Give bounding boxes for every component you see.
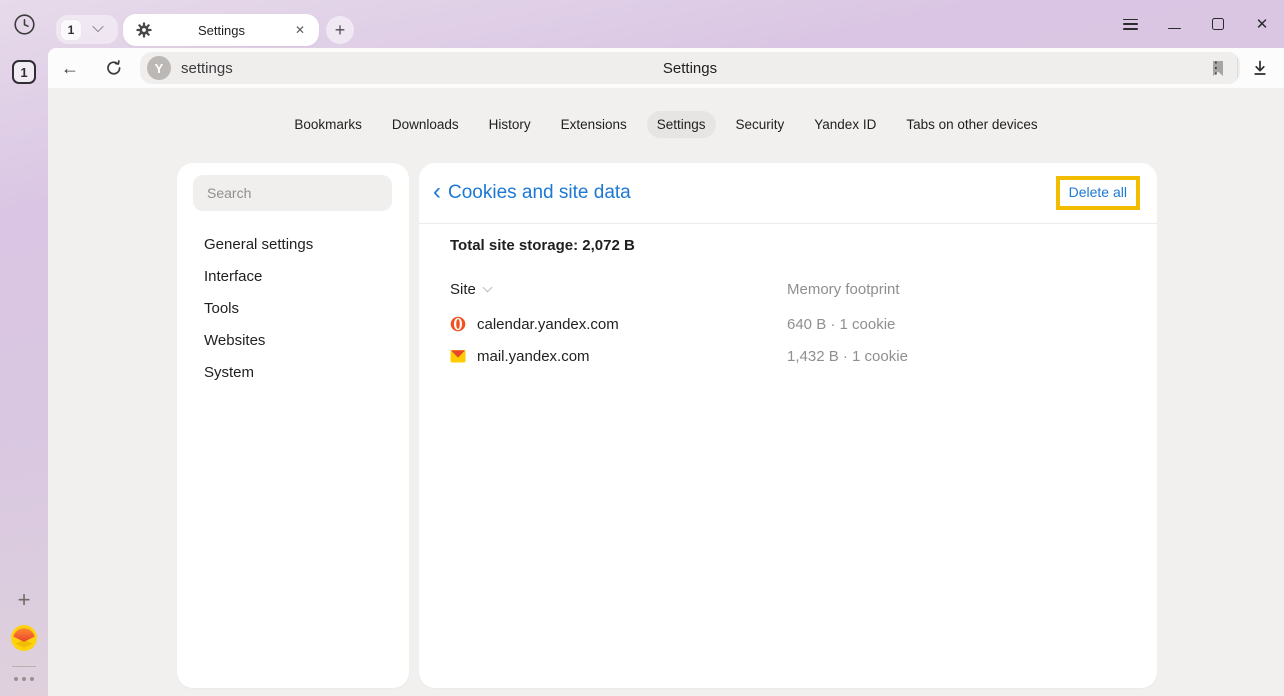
site-header-label: Site	[450, 281, 476, 298]
new-tab-button[interactable]: +	[326, 16, 354, 44]
delete-all-highlight: Delete all	[1056, 176, 1140, 210]
tab-close-icon[interactable]: ✕	[291, 21, 309, 39]
browser-tab-settings[interactable]: Settings ✕	[123, 14, 319, 46]
nav-tabs-other-devices[interactable]: Tabs on other devices	[896, 111, 1047, 138]
nav-downloads[interactable]: Downloads	[382, 111, 469, 138]
settings-section-list: General settings Interface Tools Website…	[177, 228, 409, 388]
window-controls: ✕	[1118, 11, 1274, 37]
page-title: Settings	[140, 60, 1240, 77]
tab-group-count-badge[interactable]: 1	[60, 19, 82, 41]
nav-bookmarks[interactable]: Bookmarks	[284, 111, 372, 138]
settings-page: Bookmarks Downloads History Extensions S…	[48, 88, 1284, 696]
gear-icon	[136, 22, 152, 38]
table-row: mail.yandex.com 1,432 B · 1 cookie	[450, 340, 1126, 372]
sidebar-item-general-settings[interactable]: General settings	[177, 228, 409, 260]
sort-chevron-icon	[482, 283, 492, 293]
site-cell: calendar.yandex.com	[450, 308, 619, 340]
rail-more-icon[interactable]	[12, 674, 36, 684]
sidebar-item-websites[interactable]: Websites	[177, 324, 409, 356]
yandex-mail-icon[interactable]	[11, 625, 37, 651]
memory-column-header[interactable]: Memory footprint	[787, 281, 900, 298]
search-box	[193, 175, 392, 211]
site-column-header[interactable]: Site	[450, 281, 491, 298]
chevron-down-icon	[92, 21, 103, 32]
table-header: Site Memory footprint	[450, 281, 1126, 303]
nav-extensions[interactable]: Extensions	[551, 111, 637, 138]
cookies-panel: ‹ Cookies and site data Delete all Total…	[419, 163, 1157, 688]
rail-divider	[12, 666, 36, 667]
yandex-favicon: Y	[147, 56, 171, 80]
nav-history[interactable]: History	[479, 111, 541, 138]
tab-group-chip[interactable]: 1	[56, 15, 118, 44]
sidebar-item-system[interactable]: System	[177, 356, 409, 388]
download-icon[interactable]	[1248, 56, 1272, 80]
url-text[interactable]: settings	[181, 60, 233, 77]
site-name[interactable]: mail.yandex.com	[477, 348, 590, 365]
back-chevron-icon[interactable]: ‹	[433, 180, 441, 204]
site-name[interactable]: calendar.yandex.com	[477, 316, 619, 333]
side-rail: 1 +	[0, 48, 48, 696]
browser-menu-icon[interactable]	[1118, 12, 1142, 36]
tab-bar: 1 Settings ✕ +	[0, 0, 1284, 48]
url-field[interactable]: Y settings Settings	[140, 52, 1240, 84]
memory-cell: 1,432 B · 1 cookie	[787, 340, 908, 372]
nav-settings[interactable]: Settings	[647, 111, 716, 138]
panel-header: ‹ Cookies and site data Delete all	[419, 163, 1157, 224]
nav-security[interactable]: Security	[726, 111, 795, 138]
tab-title: Settings	[152, 23, 291, 38]
settings-top-nav: Bookmarks Downloads History Extensions S…	[48, 111, 1284, 138]
toolbar-divider	[1237, 58, 1238, 78]
close-icon[interactable]: ✕	[1250, 12, 1274, 36]
search-input[interactable]	[193, 175, 392, 211]
panel-title[interactable]: Cookies and site data	[448, 182, 631, 204]
mail-favicon	[450, 349, 466, 364]
maximize-icon[interactable]	[1206, 12, 1230, 36]
sidebar-item-tools[interactable]: Tools	[177, 292, 409, 324]
settings-sidebar: General settings Interface Tools Website…	[177, 163, 409, 688]
reload-icon[interactable]	[102, 56, 126, 80]
delete-all-button[interactable]: Delete all	[1069, 184, 1127, 200]
calendar-favicon	[450, 316, 466, 332]
back-icon[interactable]: ←	[58, 56, 82, 80]
workspace-1-button[interactable]: 1	[12, 60, 36, 84]
sidebar-item-interface[interactable]: Interface	[177, 260, 409, 292]
minimize-icon[interactable]	[1162, 12, 1186, 36]
total-storage-text: Total site storage: 2,072 B	[450, 237, 635, 254]
memory-cell: 640 B · 1 cookie	[787, 308, 895, 340]
history-clock-icon[interactable]	[12, 12, 36, 36]
table-row: calendar.yandex.com 640 B · 1 cookie	[450, 308, 1126, 340]
rail-add-icon[interactable]: +	[12, 588, 36, 612]
nav-yandex-id[interactable]: Yandex ID	[804, 111, 886, 138]
site-cell: mail.yandex.com	[450, 340, 590, 372]
kebab-menu-icon[interactable]: ⋮	[1204, 56, 1228, 80]
address-bar: ← Y settings Settings ⋮	[48, 48, 1284, 88]
